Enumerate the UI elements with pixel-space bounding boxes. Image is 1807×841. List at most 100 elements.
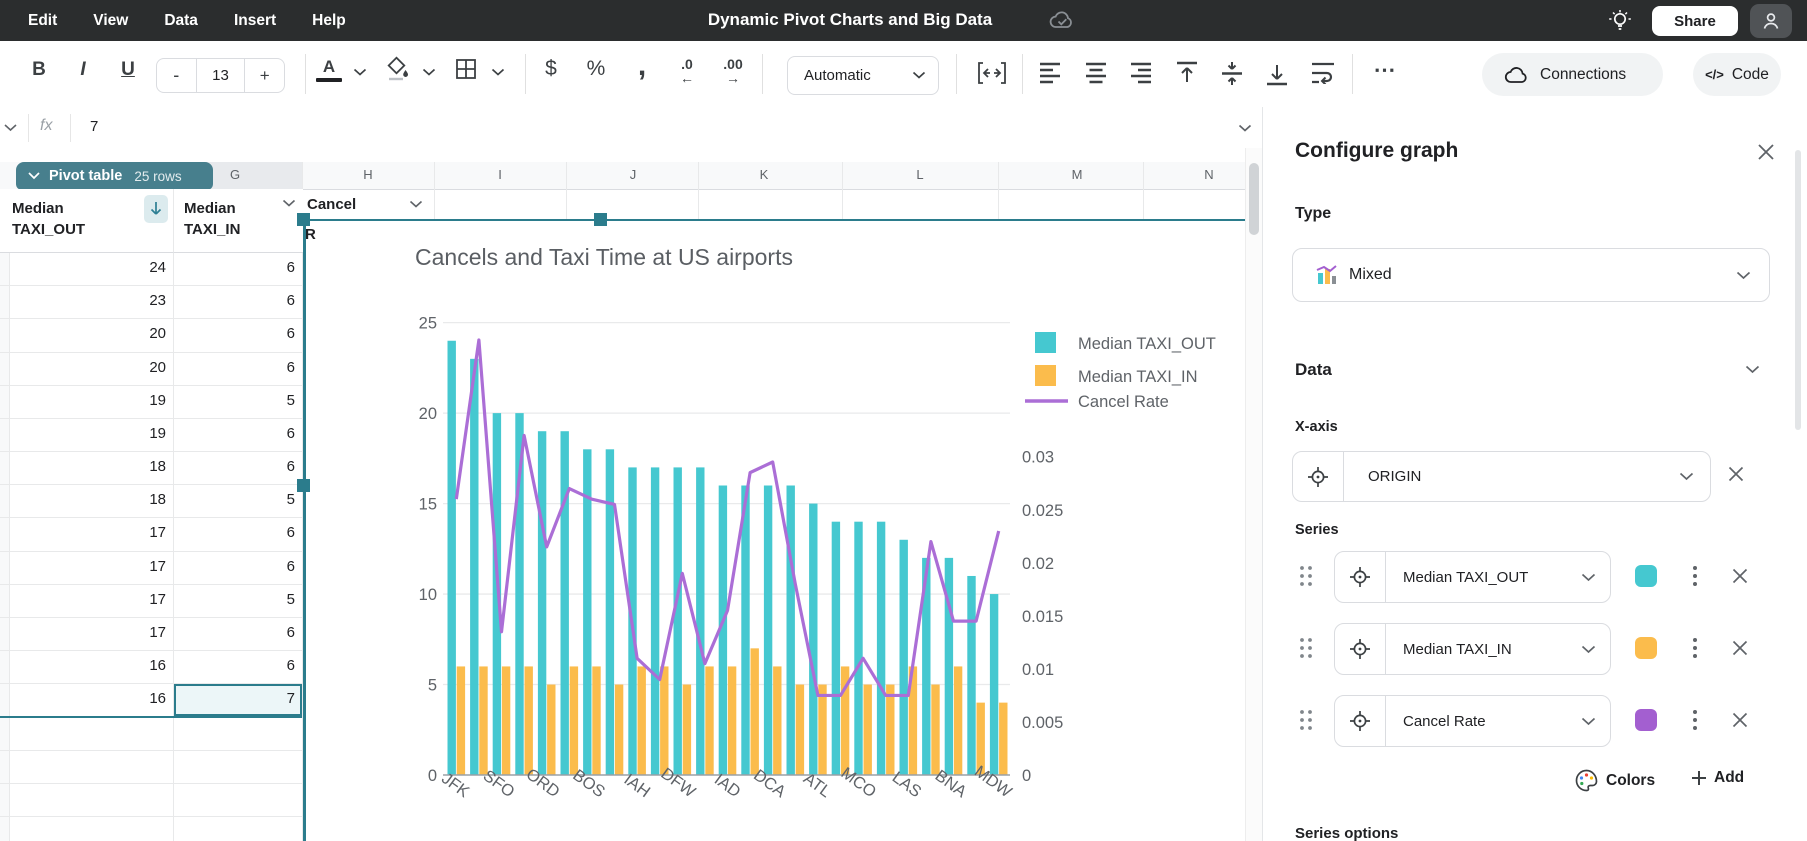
selected-cell[interactable]: 7 [174, 684, 302, 716]
decrease-decimal-button[interactable]: .0← [671, 56, 703, 86]
menu-item-data[interactable]: Data [164, 12, 198, 30]
pivot-cell-taxi-in[interactable]: 6 [173, 325, 295, 345]
pivot-cell-taxi-out[interactable]: 20 [0, 359, 166, 379]
add-series-button[interactable]: Add [1691, 769, 1744, 787]
remove-series-icon[interactable] [1731, 639, 1749, 657]
pivot-cell-taxi-in[interactable]: 5 [173, 392, 295, 412]
drag-handle-icon[interactable] [1299, 564, 1313, 588]
percent-format-button[interactable]: % [581, 57, 611, 81]
chart-selection-border-left[interactable] [303, 219, 306, 841]
sheet-scrollbar[interactable] [1245, 148, 1262, 841]
pivot-cell-taxi-out[interactable]: 16 [0, 690, 166, 710]
formula-bar-expand-chevron-icon[interactable] [1238, 124, 1252, 133]
column-header-K[interactable]: K [744, 167, 784, 182]
column-header-I[interactable]: I [480, 167, 520, 182]
series-color-swatch[interactable] [1635, 709, 1657, 731]
series-color-swatch[interactable] [1635, 565, 1657, 587]
menu-item-edit[interactable]: Edit [28, 12, 57, 30]
vertical-align-middle-icon[interactable] [1220, 61, 1244, 86]
pivot-cell-taxi-in[interactable]: 6 [173, 359, 295, 379]
series-options-kebab-icon[interactable] [1687, 708, 1703, 732]
pivot-column-header-taxi-in[interactable]: MedianTAXI_IN [173, 189, 303, 253]
font-size-input[interactable]: 13 [196, 59, 246, 92]
panel-scrollbar-thumb[interactable] [1795, 150, 1801, 430]
more-tools-button[interactable]: ⋯ [1368, 57, 1402, 83]
pivot-cell-taxi-in[interactable]: 6 [173, 292, 295, 312]
series-options-kebab-icon[interactable] [1687, 636, 1703, 660]
pivot-cell-taxi-in[interactable]: 6 [173, 259, 295, 279]
fill-color-dropdown-chevron-icon[interactable] [422, 68, 436, 77]
column-header-G[interactable]: G [215, 167, 255, 182]
align-center-icon[interactable] [1084, 62, 1108, 84]
remove-series-icon[interactable] [1731, 711, 1749, 729]
pivot-cell-taxi-in[interactable]: 6 [173, 524, 295, 544]
comma-format-button[interactable]: , [627, 49, 657, 83]
currency-format-button[interactable]: $ [536, 57, 566, 81]
pivot-column-header-taxi-out[interactable]: MedianTAXI_OUT [0, 189, 173, 253]
underline-button[interactable]: U [113, 59, 143, 81]
drag-handle-icon[interactable] [1299, 636, 1313, 660]
font-size-increase-button[interactable]: + [245, 66, 284, 86]
avatar[interactable] [1750, 4, 1792, 38]
align-right-icon[interactable] [1129, 62, 1153, 84]
formula-bar-chevron-icon[interactable] [4, 124, 17, 132]
pivot-cell-taxi-in[interactable]: 6 [173, 425, 295, 445]
menu-item-help[interactable]: Help [312, 12, 346, 30]
column-header-J[interactable]: J [613, 167, 653, 182]
remove-xaxis-icon[interactable] [1727, 465, 1745, 483]
pivot-cell-taxi-out[interactable]: 17 [0, 558, 166, 578]
bold-button[interactable]: B [24, 59, 54, 81]
series-field-select[interactable]: Median TAXI_OUT [1334, 551, 1611, 603]
lightbulb-icon[interactable] [1608, 9, 1632, 33]
sort-descending-icon[interactable] [144, 195, 168, 223]
pivot-cell-taxi-out[interactable]: 19 [0, 425, 166, 445]
share-button[interactable]: Share [1652, 6, 1738, 36]
sheet-scrollbar-thumb[interactable] [1249, 163, 1259, 235]
pivot-cell-taxi-out[interactable]: 24 [0, 259, 166, 279]
column-header-H[interactable]: H [348, 167, 388, 182]
italic-button[interactable]: I [68, 59, 98, 81]
pivot-cell-taxi-in[interactable]: 5 [173, 591, 295, 611]
increase-decimal-button[interactable]: .00→ [716, 56, 750, 86]
pivot-cell-taxi-out[interactable]: 20 [0, 325, 166, 345]
font-size-decrease-button[interactable]: - [157, 65, 196, 86]
column-header-N[interactable]: N [1189, 167, 1229, 182]
menu-item-insert[interactable]: Insert [234, 12, 276, 30]
close-panel-icon[interactable] [1757, 143, 1775, 161]
chart-type-select[interactable]: Mixed [1292, 248, 1770, 302]
pivot-cell-taxi-in[interactable]: 6 [173, 624, 295, 644]
pivot-cell-taxi-out[interactable]: 17 [0, 591, 166, 611]
vertical-align-bottom-icon[interactable] [1265, 61, 1289, 86]
data-section-collapse-chevron-icon[interactable] [1745, 365, 1760, 374]
series-options-kebab-icon[interactable] [1687, 564, 1703, 588]
column-header-L[interactable]: L [900, 167, 940, 182]
pivot-cell-taxi-in[interactable]: 6 [173, 558, 295, 578]
merge-cells-icon[interactable] [976, 59, 1008, 87]
pivot-cell-taxi-out[interactable]: 17 [0, 524, 166, 544]
series-color-swatch[interactable] [1635, 637, 1657, 659]
formula-input[interactable]: 7 [90, 118, 98, 135]
pivot-cell-taxi-out[interactable]: 19 [0, 392, 166, 412]
vertical-align-top-icon[interactable] [1175, 61, 1199, 86]
chart-resize-handle[interactable] [297, 479, 310, 492]
header-dropdown-chevron-icon[interactable] [282, 199, 296, 208]
drag-handle-icon[interactable] [1299, 708, 1313, 732]
xaxis-field-select[interactable]: ORIGIN [1292, 451, 1711, 502]
text-wrap-icon[interactable] [1310, 62, 1336, 84]
pivot-cell-taxi-out[interactable]: 18 [0, 458, 166, 478]
colors-button[interactable]: Colors [1575, 769, 1655, 792]
header-dropdown-chevron-icon[interactable] [409, 200, 423, 209]
pivot-cell-taxi-out[interactable]: 18 [0, 491, 166, 511]
mixed-chart[interactable]: 051015202500.0050.010.0150.020.0250.03Ca… [306, 220, 1245, 841]
pivot-cell-taxi-out[interactable]: 16 [0, 657, 166, 677]
text-color-dropdown-chevron-icon[interactable] [353, 68, 367, 77]
menu-item-view[interactable]: View [93, 12, 128, 30]
pivot-column-header-cancel-rate[interactable]: Cancel [307, 194, 356, 215]
number-format-select[interactable]: Automatic [787, 56, 939, 95]
remove-series-icon[interactable] [1731, 567, 1749, 585]
pivot-cell-taxi-in[interactable]: 5 [173, 491, 295, 511]
chart-object[interactable]: 051015202500.0050.010.0150.020.0250.03Ca… [306, 220, 1245, 841]
pivot-cell-taxi-out[interactable]: 23 [0, 292, 166, 312]
borders-dropdown-chevron-icon[interactable] [491, 68, 505, 77]
connections-button[interactable]: Connections [1482, 53, 1663, 96]
